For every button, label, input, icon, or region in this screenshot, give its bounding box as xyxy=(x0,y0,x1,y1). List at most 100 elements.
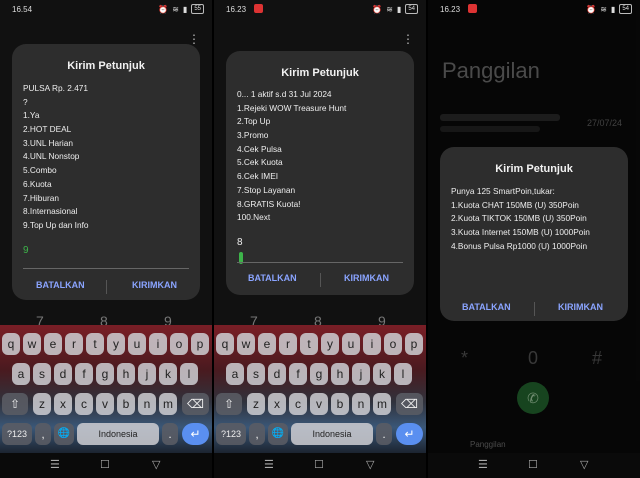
key-o[interactable]: o xyxy=(384,333,402,355)
key-h[interactable]: h xyxy=(117,363,135,385)
enter-key[interactable]: ↵ xyxy=(396,423,423,445)
period-key[interactable]: . xyxy=(376,423,392,445)
key-g[interactable]: g xyxy=(96,363,114,385)
key-u[interactable]: u xyxy=(342,333,360,355)
key-f[interactable]: f xyxy=(75,363,93,385)
cancel-button[interactable]: BATALKAN xyxy=(462,302,511,312)
key-d[interactable]: d xyxy=(268,363,286,385)
send-button[interactable]: KIRIMKAN xyxy=(558,302,603,312)
key-w[interactable]: w xyxy=(23,333,41,355)
key-g[interactable]: g xyxy=(310,363,328,385)
key-j[interactable]: j xyxy=(352,363,370,385)
shift-key[interactable]: ⇧ xyxy=(216,393,242,415)
status-time: 16.23 xyxy=(226,5,247,14)
message-line: 1.Rejeki WOW Treasure Hunt xyxy=(237,102,347,113)
key-l[interactable]: l xyxy=(180,363,198,385)
backspace-key[interactable]: ⌫ xyxy=(396,393,423,415)
send-button[interactable]: KIRIMKAN xyxy=(344,273,389,283)
key-e[interactable]: e xyxy=(258,333,276,355)
key-v[interactable]: v xyxy=(96,393,114,415)
key-i[interactable]: i xyxy=(149,333,167,355)
key-v[interactable]: v xyxy=(310,393,328,415)
back-icon[interactable]: ▽ xyxy=(366,458,374,471)
comma-key[interactable]: , xyxy=(35,423,51,445)
home-icon[interactable]: ☐ xyxy=(528,458,538,471)
key-t[interactable]: t xyxy=(300,333,318,355)
dialog-message: Punya 125 SmartPoin,tukar: 1.Kuota CHAT … xyxy=(451,185,620,253)
send-button[interactable]: KIRIMKAN xyxy=(132,280,177,290)
status-icons: ⏰ ≋ ▮ 54 xyxy=(372,4,418,14)
status-bar: 16.23 ⏰ ≋ ▮ 54 xyxy=(214,0,426,20)
key-f[interactable]: f xyxy=(289,363,307,385)
space-key[interactable]: Indonesia xyxy=(77,423,159,445)
more-options-icon[interactable]: ⋮ xyxy=(402,33,414,45)
cancel-button[interactable]: BATALKAN xyxy=(248,273,297,283)
key-s[interactable]: s xyxy=(247,363,265,385)
key-n[interactable]: n xyxy=(352,393,370,415)
key-q[interactable]: q xyxy=(216,333,234,355)
key-p[interactable]: p xyxy=(405,333,423,355)
key-y[interactable]: y xyxy=(107,333,125,355)
key-n[interactable]: n xyxy=(138,393,156,415)
recents-icon[interactable]: ☰ xyxy=(264,458,274,471)
key-k[interactable]: k xyxy=(159,363,177,385)
cancel-button[interactable]: BATALKAN xyxy=(36,280,85,290)
key-c[interactable]: c xyxy=(75,393,93,415)
message-line: 3.Kuota Internet 150MB (U) 1000Poin xyxy=(451,227,590,238)
key-r[interactable]: r xyxy=(279,333,297,355)
enter-key[interactable]: ↵ xyxy=(182,423,209,445)
symbols-key[interactable]: ?123 xyxy=(216,423,246,445)
key-b[interactable]: b xyxy=(331,393,349,415)
key-l[interactable]: l xyxy=(394,363,412,385)
globe-key[interactable]: 🌐 xyxy=(54,423,74,445)
key-d[interactable]: d xyxy=(54,363,72,385)
home-icon[interactable]: ☐ xyxy=(314,458,324,471)
key-x[interactable]: x xyxy=(268,393,286,415)
reply-input[interactable]: 8 xyxy=(237,237,243,248)
signal-icon: ▮ xyxy=(396,4,402,14)
key-u[interactable]: u xyxy=(128,333,146,355)
alarm-icon: ⏰ xyxy=(372,4,383,14)
key-p[interactable]: p xyxy=(191,333,209,355)
back-icon[interactable]: ▽ xyxy=(152,458,160,471)
key-c[interactable]: c xyxy=(289,393,307,415)
key-o[interactable]: o xyxy=(170,333,188,355)
back-icon[interactable]: ▽ xyxy=(580,458,588,471)
battery-icon: 54 xyxy=(405,4,418,14)
key-x[interactable]: x xyxy=(54,393,72,415)
comma-key[interactable]: , xyxy=(249,423,265,445)
key-z[interactable]: z xyxy=(247,393,265,415)
key-h[interactable]: h xyxy=(331,363,349,385)
key-a[interactable]: a xyxy=(226,363,244,385)
key-e[interactable]: e xyxy=(44,333,62,355)
key-b[interactable]: b xyxy=(117,393,135,415)
key-m[interactable]: m xyxy=(159,393,177,415)
space-key[interactable]: Indonesia xyxy=(291,423,373,445)
key-k[interactable]: k xyxy=(373,363,391,385)
globe-key[interactable]: 🌐 xyxy=(268,423,288,445)
key-q[interactable]: q xyxy=(2,333,20,355)
key-r[interactable]: r xyxy=(65,333,83,355)
dialog-title: Kirim Petunjuk xyxy=(495,163,573,175)
backspace-key[interactable]: ⌫ xyxy=(182,393,209,415)
recents-icon[interactable]: ☰ xyxy=(478,458,488,471)
message-line: 5.Combo xyxy=(23,165,57,176)
recents-icon[interactable]: ☰ xyxy=(50,458,60,471)
key-m[interactable]: m xyxy=(373,393,391,415)
home-icon[interactable]: ☐ xyxy=(100,458,110,471)
key-z[interactable]: z xyxy=(33,393,51,415)
message-line: 0... 1 aktif s.d 31 Jul 2024 xyxy=(237,89,332,99)
key-a[interactable]: a xyxy=(12,363,30,385)
key-j[interactable]: j xyxy=(138,363,156,385)
key-t[interactable]: t xyxy=(86,333,104,355)
symbols-key[interactable]: ?123 xyxy=(2,423,32,445)
reply-input[interactable]: 9 xyxy=(23,245,29,256)
period-key[interactable]: . xyxy=(162,423,178,445)
navigation-bar: ☰ ☐ ▽ xyxy=(428,453,640,478)
key-s[interactable]: s xyxy=(33,363,51,385)
key-y[interactable]: y xyxy=(321,333,339,355)
key-i[interactable]: i xyxy=(363,333,381,355)
shift-key[interactable]: ⇧ xyxy=(2,393,28,415)
key-w[interactable]: w xyxy=(237,333,255,355)
more-options-icon[interactable]: ⋮ xyxy=(188,33,200,45)
